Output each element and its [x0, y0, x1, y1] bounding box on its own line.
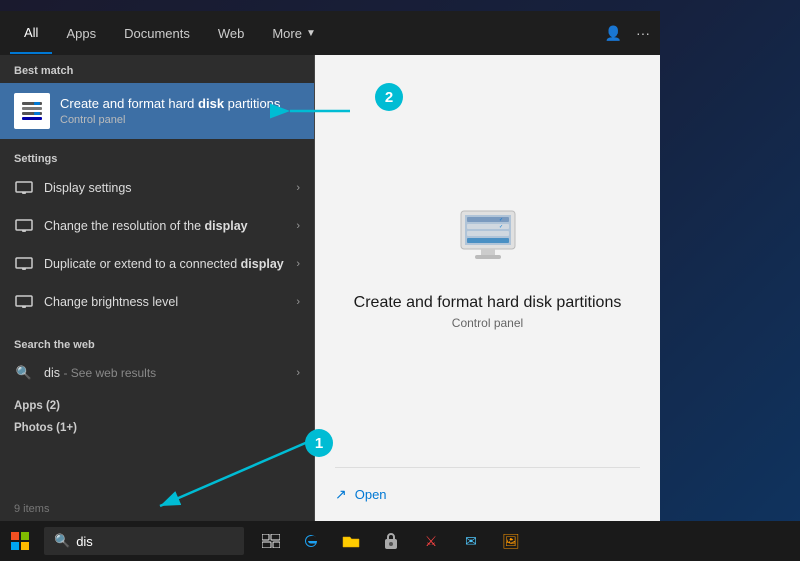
tab-more[interactable]: More ▼	[258, 14, 330, 53]
left-panel: Best match Cre	[0, 55, 315, 521]
tab-documents[interactable]: Documents	[110, 14, 204, 53]
person-icon[interactable]: 👤	[605, 25, 622, 42]
game-button[interactable]: ⚔	[412, 521, 450, 561]
edge-button[interactable]	[292, 521, 330, 561]
taskbar-search-icon: 🔍	[54, 533, 70, 549]
photo-button[interactable]: 🖼	[492, 521, 530, 561]
search-web-section: Search the web 🔍 dis - See web results ›	[0, 329, 314, 395]
monitor-icon	[14, 178, 34, 198]
taskbar-search-input[interactable]	[76, 534, 234, 549]
start-button[interactable]	[0, 521, 40, 561]
web-search-text: dis - See web results	[44, 366, 156, 380]
best-match-title: Create and format hard disk partitions	[60, 96, 300, 113]
right-actions: ↗ Open	[315, 468, 660, 521]
badge-1: 1	[305, 429, 333, 457]
settings-item-duplicate[interactable]: Duplicate or extend to a connected displ…	[0, 245, 314, 283]
best-match-label: Best match	[0, 55, 314, 83]
display-settings-text: Display settings	[44, 180, 296, 196]
monitor-icon-2	[14, 216, 34, 236]
chevron-right-icon: ›	[296, 182, 300, 194]
settings-item-display[interactable]: Display settings ›	[0, 169, 314, 207]
desktop: ☁ ☁ 📁 📁 ☁ All Apps Documents Web More ▼ …	[0, 0, 800, 561]
tab-bar-actions: 👤 ···	[605, 25, 650, 42]
duplicate-text: Duplicate or extend to a connected displ…	[44, 256, 296, 272]
tab-web[interactable]: Web	[204, 14, 259, 53]
svg-text:✓: ✓	[499, 224, 503, 230]
resolution-text: Change the resolution of the display	[44, 218, 296, 234]
explorer-button[interactable]	[332, 521, 370, 561]
monitor-icon-4	[14, 292, 34, 312]
web-search-item[interactable]: 🔍 dis - See web results ›	[0, 355, 314, 391]
chevron-right-icon-5: ›	[296, 367, 300, 379]
chevron-down-icon: ▼	[306, 28, 316, 39]
brightness-text: Change brightness level	[44, 294, 296, 310]
right-icon-area: ✓ ✓	[453, 203, 523, 278]
best-match-subtitle: Control panel	[60, 114, 300, 126]
apps-count: Apps (2)	[0, 395, 314, 417]
chevron-right-icon-2: ›	[296, 220, 300, 232]
tab-all[interactable]: All	[10, 13, 52, 54]
tab-apps[interactable]: Apps	[52, 14, 110, 53]
taskbar-pinned-icons: ⚔ ✉ 🖼	[252, 521, 530, 561]
disk-management-icon	[14, 93, 50, 129]
windows-logo-icon	[11, 532, 29, 550]
settings-item-resolution[interactable]: Change the resolution of the display ›	[0, 207, 314, 245]
best-match-text: Create and format hard disk partitions C…	[60, 96, 300, 127]
start-menu: All Apps Documents Web More ▼ 👤 ··· Best…	[0, 11, 660, 521]
more-options-icon[interactable]: ···	[636, 25, 650, 41]
mail-button[interactable]: ✉	[452, 521, 490, 561]
settings-label: Settings	[0, 147, 314, 169]
right-panel-subtitle: Control panel	[452, 316, 523, 330]
taskbar: 🔍	[0, 521, 800, 561]
settings-item-brightness[interactable]: Change brightness level ›	[0, 283, 314, 321]
photos-count: Photos (1+)	[0, 417, 314, 439]
disk-management-large-icon: ✓ ✓	[453, 203, 523, 273]
chevron-right-icon-3: ›	[296, 258, 300, 270]
right-panel: ✓ ✓ Create and format hard disk partitio…	[315, 55, 660, 521]
right-panel-title: Create and format hard disk partitions	[354, 294, 622, 312]
badge-2: 2	[375, 83, 403, 111]
right-top: ✓ ✓ Create and format hard disk partitio…	[315, 55, 660, 467]
open-icon: ↗	[335, 486, 347, 503]
open-label: Open	[355, 487, 387, 502]
settings-section: Settings Display settings ›	[0, 139, 314, 329]
task-view-button[interactable]	[252, 521, 290, 561]
monitor-icon-3	[14, 254, 34, 274]
lock-button[interactable]	[372, 521, 410, 561]
tab-bar: All Apps Documents Web More ▼ 👤 ···	[0, 11, 660, 55]
search-loop-icon: 🔍	[14, 363, 34, 383]
open-action[interactable]: ↗ Open	[335, 482, 640, 507]
chevron-right-icon-4: ›	[296, 296, 300, 308]
best-match-item[interactable]: Create and format hard disk partitions C…	[0, 83, 314, 139]
search-web-label: Search the web	[0, 333, 314, 355]
items-count: 9 items	[0, 497, 315, 521]
taskbar-search-box[interactable]: 🔍	[44, 527, 244, 555]
svg-text:✓: ✓	[499, 217, 503, 223]
